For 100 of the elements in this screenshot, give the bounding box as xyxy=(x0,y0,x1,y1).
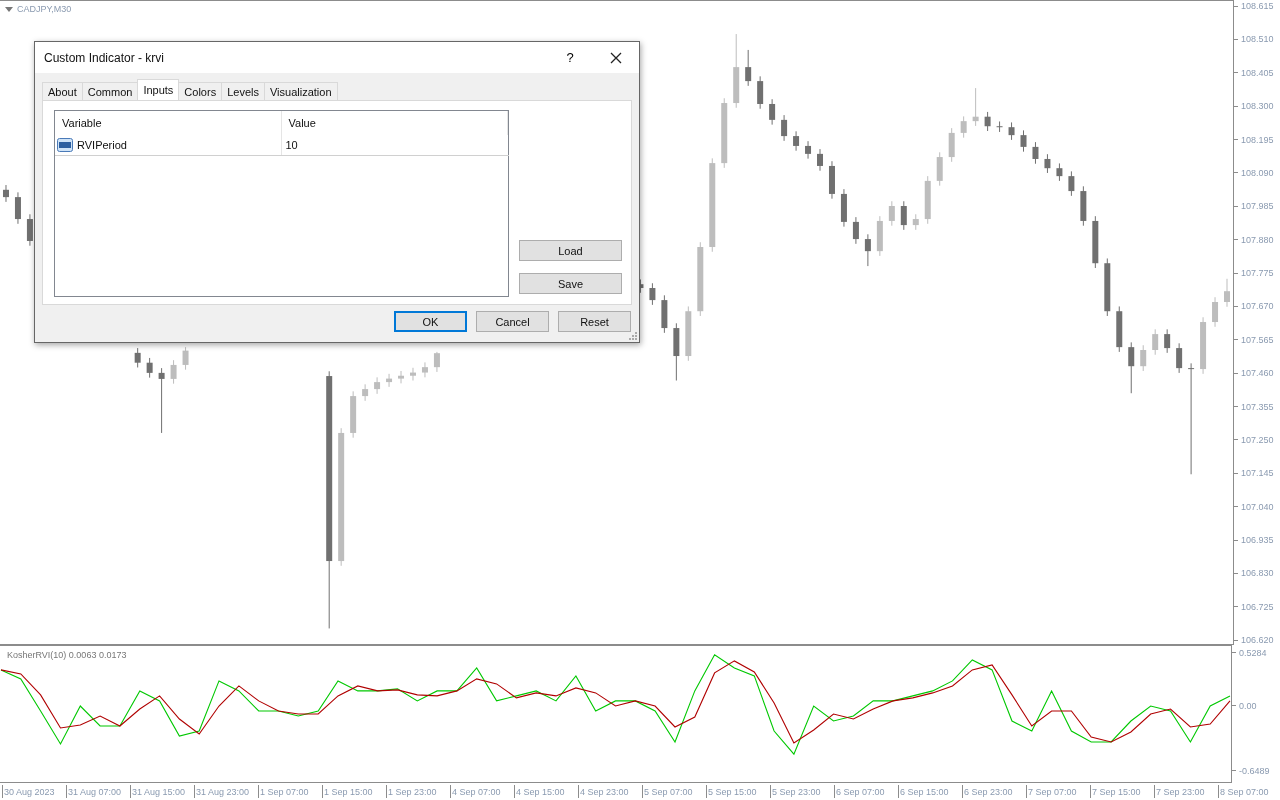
time-label: 31 Aug 15:00 xyxy=(131,786,186,797)
price-label: 108.510 xyxy=(1241,34,1274,45)
candlestick xyxy=(1032,141,1039,165)
side-button[interactable]: Save xyxy=(519,273,622,294)
candlestick xyxy=(996,120,1003,133)
time-label: 1 Sep 15:00 xyxy=(323,786,373,797)
tab[interactable]: Inputs xyxy=(137,79,180,100)
time-label: 4 Sep 23:00 xyxy=(579,786,629,797)
tab[interactable]: Visualization xyxy=(263,82,338,100)
variable-name: RVIPeriod xyxy=(77,139,127,151)
candlestick xyxy=(649,282,656,306)
candlestick xyxy=(433,351,440,373)
time-label: 30 Aug 2023 xyxy=(3,786,55,797)
candlestick xyxy=(374,376,381,395)
candlestick xyxy=(2,184,9,203)
time-label: 31 Aug 23:00 xyxy=(195,786,250,797)
candlestick xyxy=(182,346,189,371)
candlestick xyxy=(146,357,153,379)
candlestick xyxy=(888,200,895,227)
candlestick xyxy=(1164,328,1171,354)
price-label: 106.935 xyxy=(1241,535,1274,545)
candlestick xyxy=(852,216,859,245)
candlestick xyxy=(805,140,812,160)
price-label: 108.195 xyxy=(1241,134,1274,145)
caret-icon[interactable] xyxy=(5,6,13,12)
time-label: 8 Sep 07:00 xyxy=(1219,786,1269,797)
candlestick xyxy=(900,200,907,231)
candlestick xyxy=(421,361,428,378)
price-label: 106.620 xyxy=(1241,635,1274,646)
price-label: 108.405 xyxy=(1241,67,1274,78)
time-label: 1 Sep 23:00 xyxy=(387,786,437,797)
time-label: 7 Sep 15:00 xyxy=(1091,786,1141,797)
candlestick xyxy=(14,191,21,225)
time-label: 7 Sep 23:00 xyxy=(1155,786,1205,797)
tab[interactable]: About xyxy=(42,82,83,100)
price-label: 108.300 xyxy=(1241,101,1274,112)
price-label: 106.725 xyxy=(1241,601,1274,612)
time-label: 4 Sep 15:00 xyxy=(515,786,565,797)
candlestick xyxy=(362,383,369,402)
time-label: 6 Sep 15:00 xyxy=(899,786,949,797)
candlestick xyxy=(793,130,800,152)
candlestick xyxy=(1044,153,1051,174)
price-label: 107.355 xyxy=(1241,401,1274,412)
candlestick xyxy=(170,359,177,385)
candlestick xyxy=(1020,129,1027,153)
candlestick xyxy=(158,367,165,434)
time-label: 5 Sep 23:00 xyxy=(771,786,821,797)
indicator-label: KosherRVI(10) 0.0063 0.0173 xyxy=(7,650,127,660)
variable-value[interactable]: 10 xyxy=(285,139,298,151)
side-button[interactable]: Load xyxy=(519,240,622,261)
indicator-scale-label: 0.00 xyxy=(1239,700,1257,711)
candlestick xyxy=(1140,344,1147,372)
price-label: 108.090 xyxy=(1241,167,1274,178)
price-label: 106.830 xyxy=(1241,568,1274,579)
price-label: 107.565 xyxy=(1241,334,1274,345)
price-label: 107.985 xyxy=(1241,201,1274,212)
candlestick xyxy=(757,75,764,110)
candlestick xyxy=(1152,328,1159,356)
price-label: 107.775 xyxy=(1241,268,1274,278)
time-label: 7 Sep 07:00 xyxy=(1027,786,1077,797)
candlestick xyxy=(769,98,776,126)
candlestick xyxy=(1212,296,1219,328)
dialog-button[interactable]: Reset xyxy=(558,311,631,332)
indicator-scale-label: -0.6489 xyxy=(1239,766,1270,776)
column-header[interactable]: Value xyxy=(281,111,508,135)
time-label: 4 Sep 07:00 xyxy=(451,786,501,797)
window-title: Custom Indicator - krvi xyxy=(44,50,166,65)
column-header[interactable]: Variable xyxy=(55,111,282,135)
price-label: 107.460 xyxy=(1241,368,1274,379)
candlestick xyxy=(960,115,967,139)
candlestick xyxy=(1188,362,1195,475)
dialog-button[interactable]: OK xyxy=(394,311,467,332)
candlestick xyxy=(1068,170,1075,197)
price-label: 107.250 xyxy=(1241,434,1274,445)
symbol-text: CADJPY,M30 xyxy=(17,4,72,14)
candlestick xyxy=(398,370,405,384)
price-label: 107.670 xyxy=(1241,301,1274,312)
candlestick xyxy=(1176,342,1183,374)
resize-grip-icon[interactable] xyxy=(629,332,637,340)
time-label: 5 Sep 15:00 xyxy=(707,786,757,797)
time-label: 5 Sep 07:00 xyxy=(643,786,693,797)
time-label: 6 Sep 07:00 xyxy=(835,786,885,797)
candlestick xyxy=(1224,278,1231,308)
dialog-button[interactable]: Cancel xyxy=(476,311,549,332)
price-label: 107.880 xyxy=(1241,234,1274,245)
candlestick xyxy=(134,347,141,368)
candlestick xyxy=(817,148,824,172)
candlestick xyxy=(781,114,788,142)
close-icon xyxy=(610,51,622,64)
number-icon xyxy=(57,138,73,152)
price-label: 107.145 xyxy=(1241,468,1274,479)
candlestick xyxy=(936,151,943,187)
candlestick xyxy=(410,367,416,382)
time-label: 31 Aug 07:00 xyxy=(67,786,122,797)
time-label: 1 Sep 07:00 xyxy=(259,786,309,797)
price-label: 108.615 xyxy=(1241,1,1274,12)
candlestick xyxy=(745,49,752,87)
time-label: 6 Sep 23:00 xyxy=(963,786,1013,797)
candlestick xyxy=(984,111,991,132)
candlestick xyxy=(1128,341,1135,394)
